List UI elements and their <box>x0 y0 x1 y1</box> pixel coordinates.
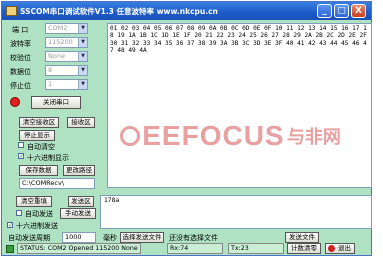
auto-clear-label: 自动清空 <box>27 143 55 151</box>
title-bar[interactable]: SSCOM串口调试软件V1.3 任意波特率 www.nkcpu.cn _ □ X <box>2 2 371 20</box>
file-name-label: 还没有选择文件 <box>169 234 218 242</box>
send-area-button[interactable]: 发送区 <box>68 196 94 207</box>
change-path-button[interactable]: 更改路径 <box>63 165 95 176</box>
eefocus-logo-icon <box>120 126 140 146</box>
clear-receive-button[interactable]: 清空接收区 <box>19 117 59 128</box>
chevron-down-icon: ▼ <box>78 38 87 47</box>
maximize-button[interactable]: □ <box>334 4 349 18</box>
save-path-field[interactable]: C:\COMRecv\ <box>19 178 95 189</box>
hex-send-checkbox[interactable]: ✓ <box>7 222 13 229</box>
status-icon <box>6 245 14 253</box>
choose-file-button[interactable]: 选择发送文件 <box>120 232 164 243</box>
chevron-down-icon: ▼ <box>78 52 87 61</box>
databits-select[interactable]: 8 ▼ <box>45 65 88 76</box>
receive-textarea[interactable]: 01 02 03 04 05 06 07 08 09 0A 0B 0C 0D 0… <box>107 23 372 188</box>
minimize-button[interactable]: _ <box>317 4 332 18</box>
send-textarea[interactable]: 178a <box>100 195 372 229</box>
stopbits-label: 停止位 <box>10 82 31 90</box>
save-data-button[interactable]: 保存数据 <box>19 165 58 176</box>
app-icon <box>6 6 17 16</box>
chevron-down-icon: ▼ <box>78 24 87 33</box>
eefocus-watermark: EEFOCUS 与非网 <box>120 120 341 152</box>
watermark-cn: 与非网 <box>286 127 341 148</box>
close-button[interactable]: X <box>351 4 366 18</box>
parity-select[interactable]: None ▼ <box>45 51 88 62</box>
port-label: 端 口 <box>12 26 29 34</box>
tx-count: Tx:23 <box>228 243 284 254</box>
hex-display-checkbox[interactable]: ✓ <box>18 153 24 160</box>
status-text: STATUS: COM2 Opened 115200 None 8 1 <box>17 243 141 254</box>
parity-label: 校验位 <box>10 54 31 62</box>
chevron-down-icon: ▼ <box>78 66 87 75</box>
databits-label: 数据位 <box>10 68 31 76</box>
hex-send-label: 十六进制发送 <box>16 222 58 230</box>
manual-send-button[interactable]: 手动发送 <box>60 208 96 219</box>
settings-panel: 端 口 COM2 ▼ 波特率 115200 ▼ 校验位 None ▼ 数据位 8 ▼ 停… <box>5 23 104 196</box>
rx-count: Rx:74 <box>167 243 223 254</box>
app-window: SSCOM串口调试软件V1.3 任意波特率 www.nkcpu.cn _ □ X… <box>1 1 372 256</box>
exit-icon <box>328 245 335 252</box>
clear-count-button[interactable]: 计数清零 <box>287 243 321 254</box>
hex-display-label: 十六进制显示 <box>27 154 69 162</box>
exit-label: 退出 <box>338 244 351 252</box>
period-label: 自动发送周期 <box>8 234 50 242</box>
send-file-button[interactable]: 发送文件 <box>285 232 319 243</box>
watermark-brand: EEFOCUS <box>142 120 285 151</box>
auto-send-checkbox[interactable] <box>16 210 22 216</box>
ms-label: 毫秒 <box>103 234 117 242</box>
window-title: SSCOM串口调试软件V1.3 任意波特率 www.nkcpu.cn <box>20 7 218 16</box>
stop-display-button[interactable]: 停止显示 <box>19 130 55 141</box>
auto-send-label: 自动发送 <box>25 210 53 218</box>
exit-button[interactable]: 退出 <box>325 243 355 254</box>
period-input[interactable]: 1000 <box>62 232 96 243</box>
baud-select[interactable]: 115200 ▼ <box>45 37 88 48</box>
port-status-indicator-icon <box>10 97 20 107</box>
stopbits-select[interactable]: 1 ▼ <box>45 79 88 90</box>
receive-area-button[interactable]: 接收区 <box>67 117 95 128</box>
close-port-button[interactable]: 关闭串口 <box>31 96 81 109</box>
port-select[interactable]: COM2 ▼ <box>45 23 88 34</box>
baud-label: 波特率 <box>10 40 31 48</box>
chevron-down-icon: ▼ <box>78 80 87 89</box>
status-bar: STATUS: COM2 Opened 115200 None 8 1 Rx:7… <box>5 243 369 255</box>
auto-clear-checkbox[interactable] <box>18 142 24 148</box>
clear-send-button[interactable]: 清空重填 <box>16 196 52 207</box>
